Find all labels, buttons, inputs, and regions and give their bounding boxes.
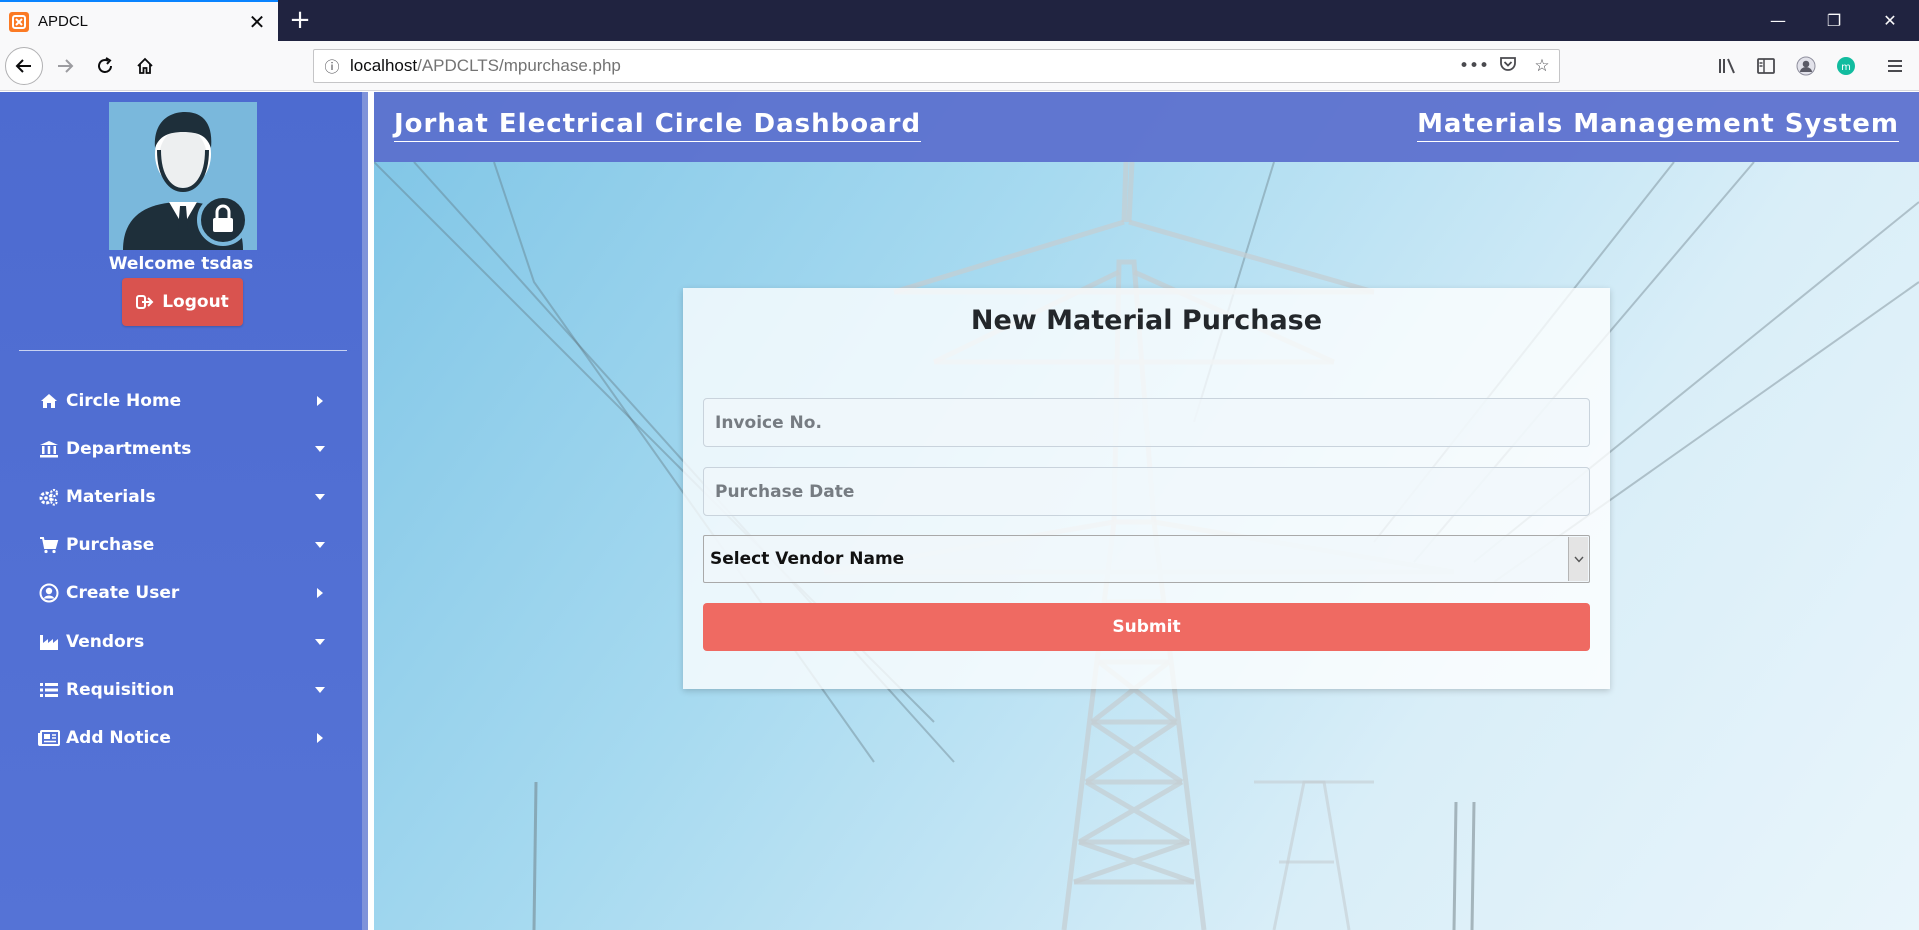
site-info-icon[interactable]: ⓘ bbox=[314, 56, 350, 77]
window-close-icon[interactable]: ✕ bbox=[1862, 0, 1918, 41]
sidebar-item-label: Circle Home bbox=[66, 391, 182, 411]
avatar bbox=[109, 102, 257, 250]
sidebar-item-label: Add Notice bbox=[66, 728, 171, 748]
account-icon[interactable] bbox=[1788, 49, 1824, 83]
forward-button[interactable] bbox=[48, 49, 82, 83]
tab-title: APDCL bbox=[38, 13, 89, 30]
bank-icon bbox=[38, 440, 60, 458]
sign-out-icon bbox=[136, 295, 154, 309]
sidebar-item-materials[interactable]: Materials bbox=[0, 477, 362, 517]
sidebar-item-create-user[interactable]: Create User bbox=[0, 573, 362, 613]
back-icon bbox=[15, 59, 31, 73]
sidebar-item-label: Materials bbox=[66, 487, 156, 507]
library-icon[interactable] bbox=[1709, 49, 1745, 83]
sidebar-item-vendors[interactable]: Vendors bbox=[0, 622, 362, 662]
caret-down-icon bbox=[310, 445, 330, 453]
cogs-icon bbox=[38, 488, 60, 506]
purchase-date-input[interactable]: Purchase Date bbox=[703, 467, 1590, 516]
sidebar-item-departments[interactable]: Departments bbox=[0, 429, 362, 469]
caret-right-icon bbox=[310, 395, 330, 407]
sidebar-item-label: Purchase bbox=[66, 535, 155, 555]
browser-tab[interactable]: APDCL ✕ bbox=[0, 0, 278, 41]
favicon-icon bbox=[9, 11, 29, 32]
page-actions-icon[interactable]: ••• bbox=[1457, 56, 1491, 76]
logout-label: Logout bbox=[162, 292, 229, 312]
minimize-icon[interactable]: — bbox=[1750, 0, 1806, 41]
hamburger-menu-icon[interactable] bbox=[1877, 49, 1913, 83]
sidebar-icon[interactable] bbox=[1748, 49, 1784, 83]
sidebar-item-label: Vendors bbox=[66, 632, 145, 652]
form-title: New Material Purchase bbox=[970, 305, 1323, 336]
sidebar-item-requisition[interactable]: Requisition bbox=[0, 670, 362, 710]
caret-down-icon bbox=[310, 686, 330, 694]
caret-down-icon bbox=[310, 493, 330, 501]
url-path: /APDCLTS/mpurchase.php bbox=[417, 56, 621, 75]
url-text[interactable]: localhost/APDCLTS/mpurchase.php bbox=[350, 56, 1457, 76]
new-tab-button[interactable]: + bbox=[284, 5, 316, 37]
sidebar-item-circle-home[interactable]: Circle Home bbox=[0, 381, 362, 421]
forward-icon bbox=[58, 59, 74, 73]
newspaper-icon bbox=[38, 730, 60, 746]
extension-icon[interactable]: m bbox=[1828, 49, 1864, 83]
home-icon bbox=[38, 393, 60, 409]
welcome-text: Welcome tsdas bbox=[108, 254, 254, 274]
dashboard-title: Jorhat Electrical Circle Dashboard bbox=[394, 109, 922, 142]
address-bar[interactable]: ⓘ localhost/APDCLTS/mpurchase.php ••• ☆ bbox=[313, 49, 1560, 83]
list-icon bbox=[38, 682, 60, 698]
invoice-placeholder: Invoice No. bbox=[715, 412, 822, 433]
vendor-select[interactable]: Select Vendor Name bbox=[703, 535, 1590, 583]
bookmark-star-icon[interactable]: ☆ bbox=[1525, 56, 1559, 76]
caret-down-icon bbox=[310, 638, 330, 646]
sidebar-divider bbox=[19, 350, 347, 351]
submit-label: Submit bbox=[1112, 617, 1181, 637]
cart-icon bbox=[38, 536, 60, 554]
tab-close-icon[interactable]: ✕ bbox=[242, 10, 272, 34]
invoice-number-input[interactable]: Invoice No. bbox=[703, 398, 1590, 447]
sidebar-item-add-notice[interactable]: Add Notice bbox=[0, 718, 362, 758]
submit-button[interactable]: Submit bbox=[703, 603, 1590, 651]
caret-right-icon bbox=[310, 732, 330, 744]
sidebar-item-label: Requisition bbox=[66, 680, 175, 700]
browser-toolbar: ⓘ localhost/APDCLTS/mpurchase.php ••• ☆ … bbox=[0, 41, 1919, 91]
sidebar-item-label: Create User bbox=[66, 583, 180, 603]
main-content: Jorhat Electrical Circle Dashboard Mater… bbox=[374, 92, 1919, 930]
url-host: localhost bbox=[350, 56, 418, 75]
back-button[interactable] bbox=[5, 47, 43, 85]
browser-tab-bar: APDCL ✕ + — ❐ ✕ bbox=[0, 0, 1919, 41]
vendor-selected-value: Select Vendor Name bbox=[710, 549, 905, 569]
system-title: Materials Management System bbox=[1417, 109, 1899, 142]
home-icon bbox=[137, 57, 153, 74]
logout-button[interactable]: Logout bbox=[122, 278, 243, 326]
page: Welcome tsdas Logout Circle Home Departm… bbox=[0, 92, 1919, 930]
caret-down-icon bbox=[310, 541, 330, 549]
caret-right-icon bbox=[310, 587, 330, 599]
sidebar: Welcome tsdas Logout Circle Home Departm… bbox=[0, 92, 368, 930]
purchase-form-card: New Material Purchase Invoice No. Purcha… bbox=[683, 288, 1610, 689]
restore-icon[interactable]: ❐ bbox=[1806, 0, 1862, 41]
home-button[interactable] bbox=[128, 49, 162, 83]
pocket-icon[interactable] bbox=[1491, 55, 1525, 78]
sidebar-item-label: Departments bbox=[66, 439, 192, 459]
date-placeholder: Purchase Date bbox=[715, 481, 855, 502]
reload-button[interactable] bbox=[88, 49, 122, 83]
svg-text:m: m bbox=[1841, 62, 1851, 73]
reload-icon bbox=[98, 57, 112, 73]
industry-icon bbox=[38, 633, 60, 651]
sidebar-item-purchase[interactable]: Purchase bbox=[0, 525, 362, 565]
user-circle-icon bbox=[38, 583, 60, 603]
dashboard-header: Jorhat Electrical Circle Dashboard Mater… bbox=[374, 92, 1919, 162]
chevron-down-icon[interactable] bbox=[1568, 537, 1588, 581]
